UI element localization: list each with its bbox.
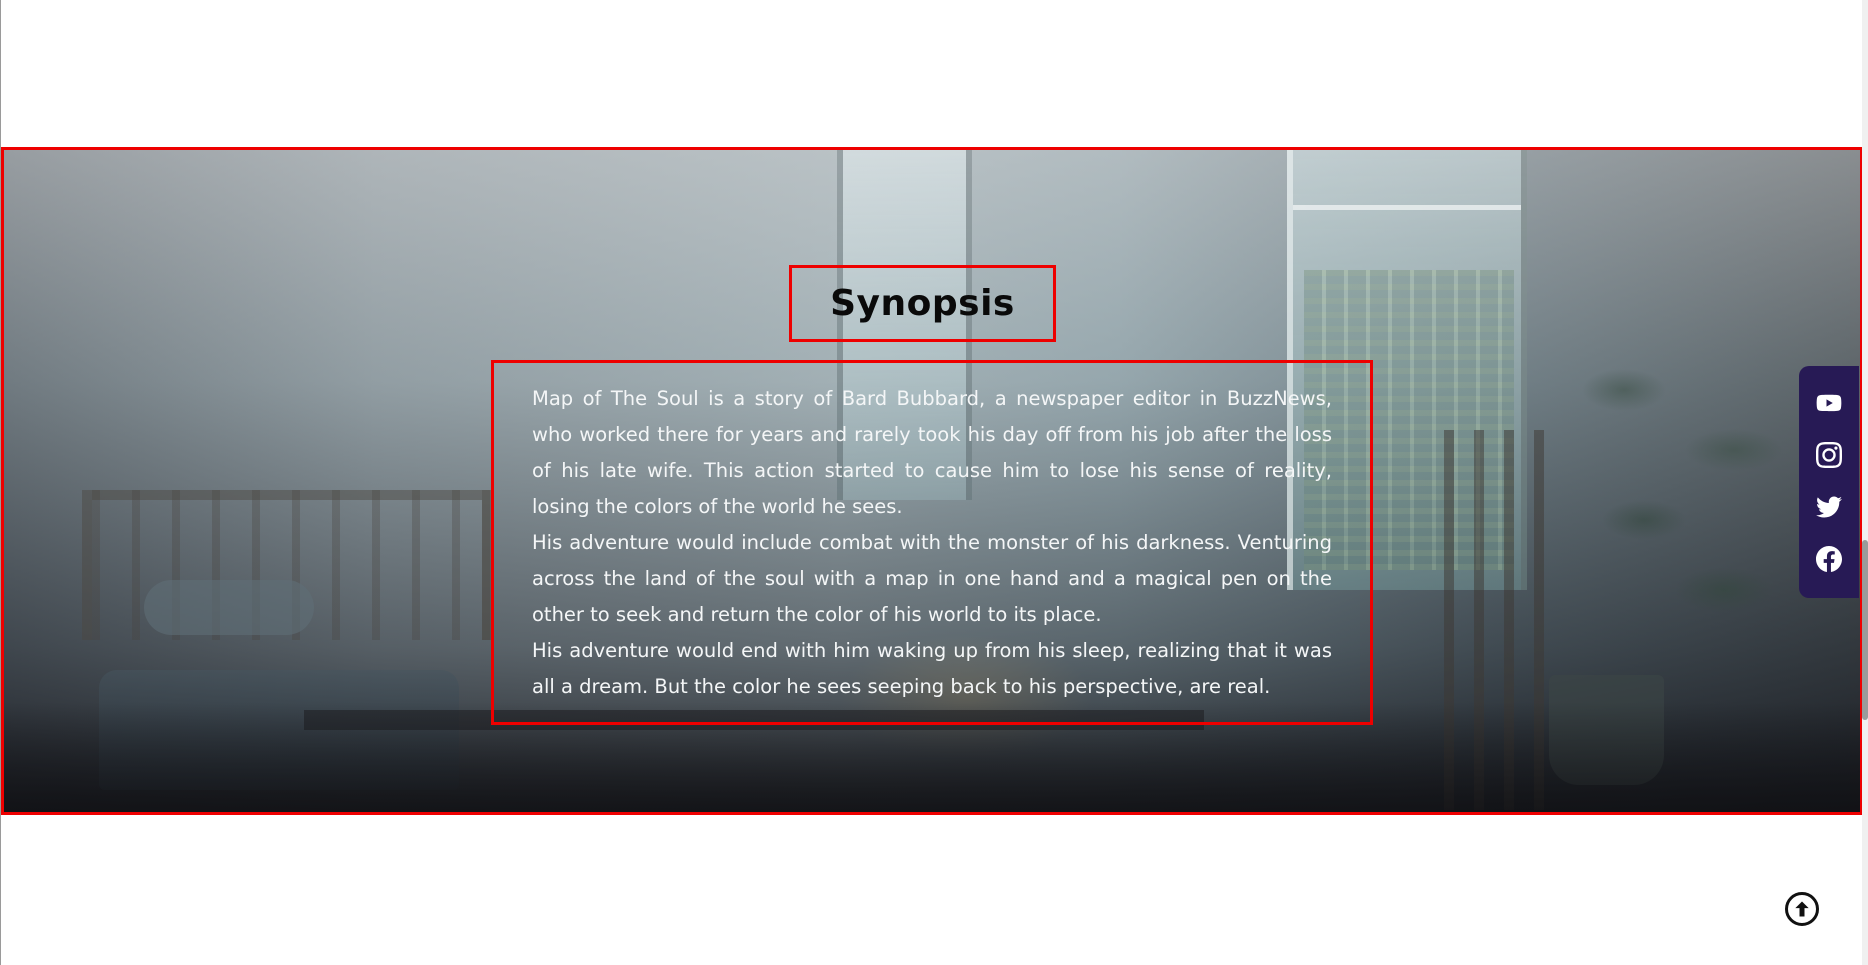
synopsis-paragraph: His adventure would end with him waking …: [532, 639, 1332, 698]
facebook-icon: [1816, 546, 1842, 572]
synopsis-text-box: Map of The Soul is a story of Bard Bubba…: [491, 360, 1373, 725]
synopsis-title-box: Synopsis: [789, 265, 1056, 342]
twitter-icon: [1816, 496, 1842, 518]
twitter-link[interactable]: [1814, 492, 1844, 522]
background-plant: [1564, 290, 1794, 670]
back-to-top-button[interactable]: [1785, 892, 1819, 926]
youtube-icon: [1816, 394, 1842, 412]
page: Synopsis Map of The Soul is a story of B…: [0, 0, 1868, 965]
scrollbar-thumb[interactable]: [1862, 540, 1868, 720]
synopsis-paragraph: Map of The Soul is a story of Bard Bubba…: [532, 387, 1332, 518]
facebook-link[interactable]: [1814, 544, 1844, 574]
instagram-icon: [1816, 442, 1842, 468]
instagram-link[interactable]: [1814, 440, 1844, 470]
arrow-up-circle-icon: [1795, 901, 1809, 917]
page-scrollbar[interactable]: [1862, 0, 1868, 965]
background-chair: [1444, 430, 1544, 810]
background-mug: [1549, 675, 1664, 785]
social-sidebar: [1799, 366, 1859, 598]
background-bed: [99, 670, 459, 790]
background-headboard: [82, 490, 492, 640]
youtube-link[interactable]: [1814, 388, 1844, 418]
synopsis-paragraph: His adventure would include combat with …: [532, 531, 1332, 626]
synopsis-title: Synopsis: [830, 283, 1015, 324]
background-pillow: [144, 580, 314, 635]
